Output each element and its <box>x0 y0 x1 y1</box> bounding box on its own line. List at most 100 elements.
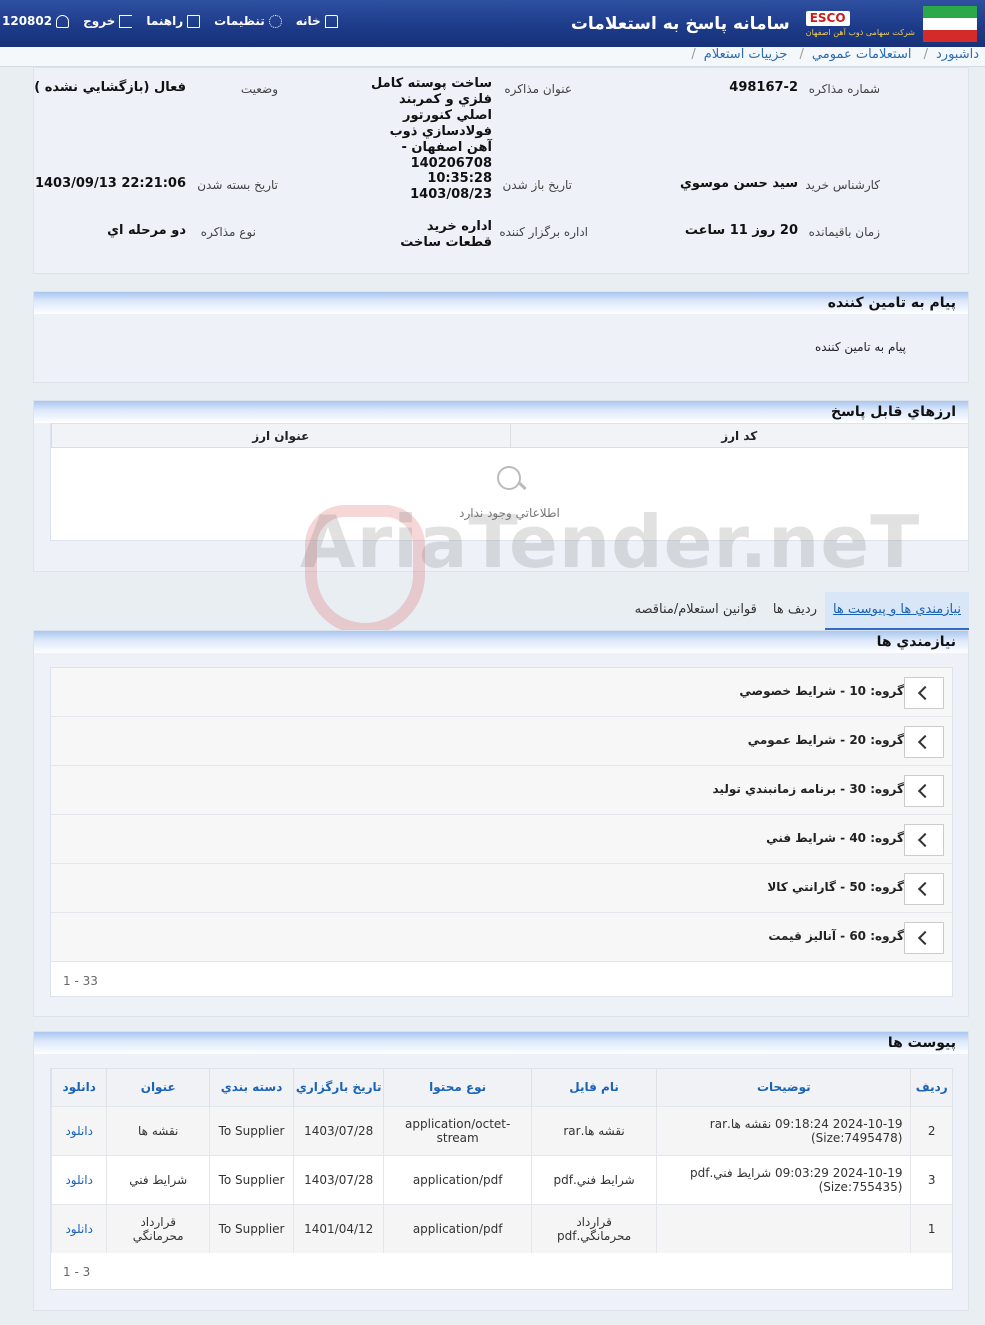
tab-rows[interactable]: رديف ها <box>765 592 825 630</box>
column-category[interactable]: دسته بندي <box>208 1069 294 1106</box>
requirements-pager: 1 - 33 <box>63 974 98 988</box>
negotiation-title: ساخت پوسته کامل فلزي و کمربند اصلي کنورت… <box>371 76 492 171</box>
open-time: 10:35:28 <box>427 171 492 186</box>
negotiation-number-label: شماره مذاکره <box>808 82 880 96</box>
cell-row: 3 <box>910 1154 952 1204</box>
requirements-panel: نيازمندي ها گروه: 10 - شرايط خصوصي گروه:… <box>33 630 969 1017</box>
top-nav: 120802 خروج راهنما تنظیمات خانه <box>2 14 338 28</box>
chevron-left-icon[interactable] <box>904 677 944 709</box>
tab-requirements-attachments[interactable]: نيازمندي ها و پيوست ها <box>824 592 969 630</box>
column-title[interactable]: عنوان <box>106 1069 210 1106</box>
book-icon <box>187 14 201 28</box>
cell-file-name: قرارداد محرمانگي.pdf <box>531 1203 657 1253</box>
column-file-name[interactable]: نام فايل <box>531 1069 657 1106</box>
watermark-text: AriaTender.neT <box>300 500 921 584</box>
cell-upload-date: 1403/07/28 <box>293 1105 384 1155</box>
chevron-left-icon[interactable] <box>904 775 944 807</box>
chevron-left-icon[interactable] <box>904 873 944 905</box>
inquiry-info-panel: شماره مذاکره 498167-2 عنوان مذاکره ساخت … <box>33 67 969 274</box>
cell-file-name: شرايط فني.pdf <box>531 1154 657 1204</box>
cell-category: To Supplier <box>208 1154 294 1204</box>
app-title: سامانه پاسخ به استعلامات <box>570 14 790 34</box>
requirement-group-row[interactable]: گروه: 20 - شرايط عمومي <box>51 717 952 766</box>
requirement-group-row[interactable]: گروه: 30 - برنامه زمانبندي توليد <box>51 766 952 815</box>
exit-icon <box>119 14 133 28</box>
breadcrumb-public-inquiries[interactable]: استعلامات عمومي <box>812 47 912 62</box>
breadcrumb-dashboard[interactable]: داشبورد <box>936 47 979 62</box>
requirement-group-label: گروه: 50 - گارانتي کالا <box>767 880 904 894</box>
cell-title: نقشه ها <box>106 1105 210 1155</box>
column-download[interactable]: دانلود <box>50 1069 107 1106</box>
column-upload-date[interactable]: تاريخ بارگزاري <box>293 1069 384 1106</box>
remaining-label: زمان باقيمانده <box>808 225 880 239</box>
cell-title: قرارداد محرمانگي <box>106 1203 210 1253</box>
user-id-button[interactable]: 120802 <box>2 14 70 28</box>
cell-upload-date: 1403/07/28 <box>293 1154 384 1204</box>
download-link[interactable]: دانلود <box>65 1222 93 1236</box>
supplier-message-title: پيام به تامين کننده <box>34 292 968 314</box>
column-currency-title[interactable]: عنوان ارز <box>51 424 510 447</box>
table-row: 2 2024-10-19 09:18:24 نقشه ها.rar (Size:… <box>50 1105 952 1155</box>
cell-upload-date: 1401/04/12 <box>293 1203 384 1253</box>
cell-content-type: application/pdf <box>383 1154 532 1204</box>
requirement-group-label: گروه: 10 - شرايط خصوصي <box>739 684 904 698</box>
brand: ESCO شرکت سهامی ذوب آهن اصفهان سامانه پا… <box>571 6 977 42</box>
help-label: راهنما <box>146 14 184 28</box>
requirement-group-row[interactable]: گروه: 10 - شرايط خصوصي <box>51 668 952 717</box>
remaining-value: 20 روز 11 ساعت <box>684 223 798 238</box>
company-logo <box>923 6 977 42</box>
cell-category: To Supplier <box>208 1105 294 1155</box>
home-icon <box>324 14 338 28</box>
attachments-table: رديف توضيحات نام فايل نوع محتوا تاريخ با… <box>50 1068 953 1290</box>
chevron-left-icon[interactable] <box>904 922 944 954</box>
currencies-title: ارزهاي قابل پاسخ <box>34 401 968 423</box>
chevron-left-icon[interactable] <box>904 726 944 758</box>
download-link[interactable]: دانلود <box>65 1173 93 1187</box>
attachments-panel: پيوست ها رديف توضيحات نام فايل نوع محتوا… <box>33 1031 969 1311</box>
requirement-group-row[interactable]: گروه: 40 - شرايط فني <box>51 815 952 864</box>
gear-icon <box>268 14 282 28</box>
help-button[interactable]: راهنما <box>146 14 201 28</box>
cell-description: 2024-10-19 09:03:29 شرايط فني.pdf (Size:… <box>656 1154 911 1204</box>
brand-name: ESCO <box>805 11 850 26</box>
settings-button[interactable]: تنظیمات <box>214 14 282 28</box>
close-date: 1403/09/13 22:21:06 <box>34 176 186 191</box>
requirements-title: نيازمندي ها <box>34 631 968 653</box>
buyer-value: سيد حسن موسوي <box>680 176 798 191</box>
cell-row: 2 <box>910 1105 952 1155</box>
buyer-label: کارشناس خريد <box>805 178 880 192</box>
brand-subtitle: شرکت سهامی ذوب آهن اصفهان <box>805 28 915 37</box>
column-currency-code[interactable]: کد ارز <box>509 424 969 447</box>
cell-description <box>656 1203 911 1253</box>
open-date: 1403/08/23 <box>410 187 492 202</box>
cell-file-name: نقشه ها.rar <box>531 1105 657 1155</box>
breadcrumb-inquiry-details[interactable]: جزييات استعلام <box>704 47 788 62</box>
supplier-message-body: پيام به تامين کننده <box>815 340 906 354</box>
chevron-left-icon[interactable] <box>904 824 944 856</box>
tab-bar: نيازمندي ها و پيوست ها رديف ها قوانين اس… <box>627 592 969 630</box>
negotiation-number: 498167-2 <box>729 80 798 95</box>
type-label: نوع مذاکره <box>200 225 256 239</box>
column-description[interactable]: توضيحات <box>656 1069 911 1106</box>
requirement-group-row[interactable]: گروه: 50 - گارانتي کالا <box>51 864 952 913</box>
user-icon <box>56 14 70 28</box>
status-label: وضعيت <box>240 82 278 96</box>
breadcrumb: داشبورد/ استعلامات عمومي/ جزييات استعلام… <box>0 47 985 67</box>
column-row[interactable]: رديف <box>910 1069 952 1106</box>
requirement-group-label: گروه: 40 - شرايط فني <box>766 831 904 845</box>
organizer-label: اداره برگزار کننده <box>499 225 588 239</box>
download-link[interactable]: دانلود <box>65 1124 93 1138</box>
requirement-group-row[interactable]: گروه: 60 - آناليز قيمت <box>51 913 952 962</box>
home-label: خانه <box>295 14 321 28</box>
tab-rules[interactable]: قوانين استعلام/مناقصه <box>627 592 765 630</box>
logout-button[interactable]: خروج <box>83 14 133 28</box>
requirement-group-label: گروه: 20 - شرايط عمومي <box>747 733 904 747</box>
home-button[interactable]: خانه <box>296 14 338 28</box>
cell-row: 1 <box>910 1203 952 1253</box>
requirement-group-label: گروه: 60 - آناليز قيمت <box>768 929 904 943</box>
attachments-title: پيوست ها <box>34 1032 968 1054</box>
search-icon <box>495 464 525 494</box>
settings-label: تنظیمات <box>214 14 265 28</box>
table-row: 1 قرارداد محرمانگي.pdf application/pdf 1… <box>50 1203 952 1253</box>
column-content-type[interactable]: نوع محتوا <box>383 1069 532 1106</box>
